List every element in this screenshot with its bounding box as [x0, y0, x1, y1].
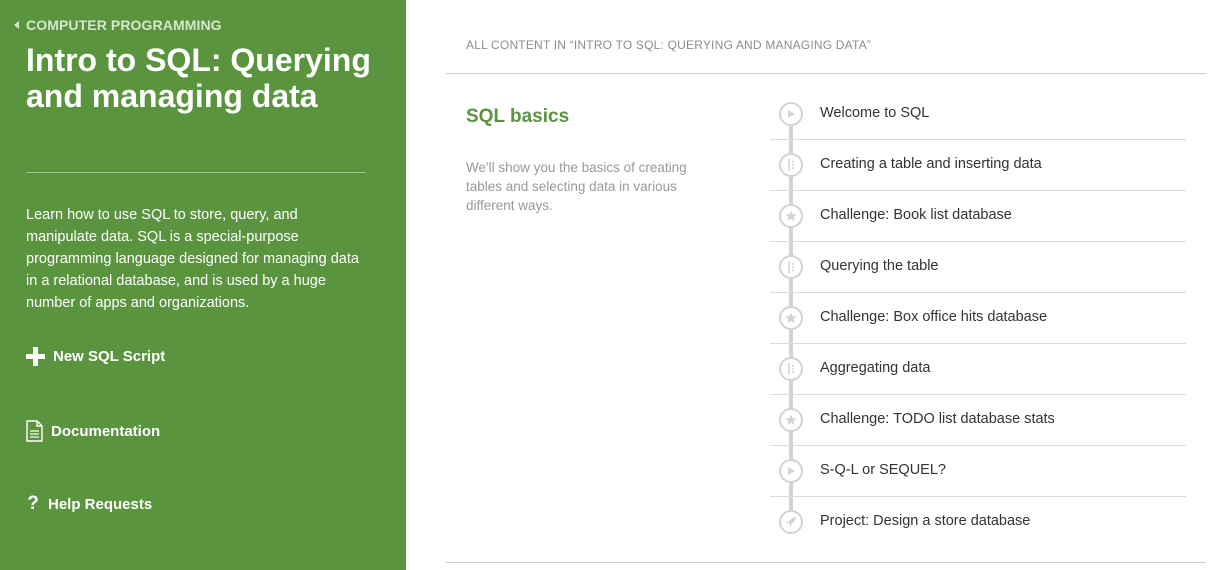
talkthrough-icon — [779, 357, 803, 381]
list-item-label: Creating a table and inserting data — [820, 156, 1042, 172]
sidebar: COMPUTER PROGRAMMING Intro to SQL: Query… — [0, 0, 406, 570]
challenge-star-icon — [779, 204, 803, 228]
breadcrumb[interactable]: COMPUTER PROGRAMMING — [14, 17, 222, 33]
new-sql-script-link[interactable]: New SQL Script — [26, 347, 165, 366]
title-divider — [26, 172, 366, 173]
list-item[interactable]: Challenge: Box office hits database — [770, 293, 1186, 344]
list-item[interactable]: Querying the table — [770, 242, 1186, 293]
help-requests-link[interactable]: ? Help Requests — [26, 493, 152, 515]
list-item[interactable]: Aggregating data — [770, 344, 1186, 395]
video-play-icon — [779, 102, 803, 126]
section-description: We'll show you the basics of creating ta… — [466, 160, 687, 213]
list-item-label: Project: Design a store database — [820, 513, 1031, 529]
list-item-label: Challenge: TODO list database stats — [820, 411, 1055, 427]
list-item[interactable]: S-Q-L or SEQUEL? — [770, 446, 1186, 497]
list-item-label: Welcome to SQL — [820, 105, 930, 121]
lesson-list: Welcome to SQL Creating a table and inse… — [770, 89, 1186, 548]
bottom-divider — [446, 562, 1206, 563]
section-title[interactable]: SQL basics — [466, 106, 569, 128]
list-item-label: S-Q-L or SEQUEL? — [820, 462, 946, 478]
list-item-label: Challenge: Book list database — [820, 207, 1012, 223]
new-sql-script-label: New SQL Script — [53, 348, 166, 365]
list-item[interactable]: Challenge: TODO list database stats — [770, 395, 1186, 446]
project-rocket-icon — [779, 510, 803, 534]
breadcrumb-label: COMPUTER PROGRAMMING — [26, 17, 222, 33]
talkthrough-icon — [779, 255, 803, 279]
challenge-star-icon — [779, 306, 803, 330]
content-area: ALL CONTENT IN “INTRO TO SQL: QUERYING A… — [446, 0, 1206, 570]
video-play-icon — [779, 459, 803, 483]
list-item[interactable]: Project: Design a store database — [770, 497, 1186, 548]
list-item[interactable]: Welcome to SQL — [770, 89, 1186, 140]
help-requests-label: Help Requests — [48, 495, 153, 513]
plus-icon — [26, 347, 45, 366]
list-item-label: Aggregating data — [820, 360, 931, 376]
document-icon — [26, 420, 43, 442]
course-description: Learn how to use SQL to store, query, an… — [26, 207, 359, 311]
documentation-link[interactable]: Documentation — [26, 420, 160, 442]
list-item[interactable]: Challenge: Book list database — [770, 191, 1186, 242]
list-item-label: Querying the table — [820, 258, 939, 274]
documentation-label: Documentation — [51, 422, 161, 440]
back-caret-icon — [14, 21, 19, 29]
list-item[interactable]: Creating a table and inserting data — [770, 140, 1186, 191]
content-header: ALL CONTENT IN “INTRO TO SQL: QUERYING A… — [466, 38, 872, 52]
list-item-label: Challenge: Box office hits database — [820, 309, 1048, 325]
header-divider — [446, 73, 1206, 74]
page-title: Intro to SQL: Querying and managing data — [26, 42, 371, 114]
talkthrough-icon — [779, 153, 803, 177]
challenge-star-icon — [779, 408, 803, 432]
question-icon: ? — [27, 493, 39, 514]
